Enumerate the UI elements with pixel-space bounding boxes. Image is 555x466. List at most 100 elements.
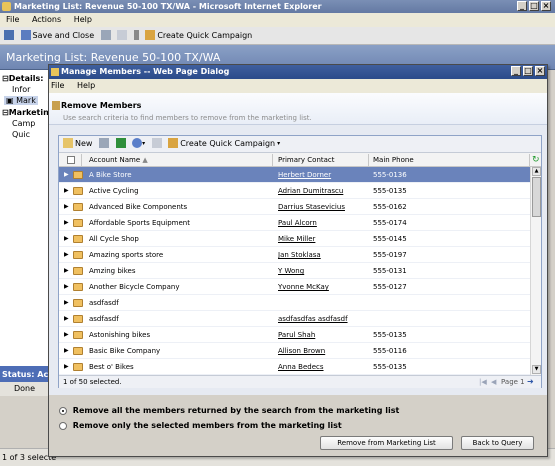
primary-contact-link[interactable]: Mike Miller	[278, 235, 366, 243]
copy-icon[interactable]	[117, 30, 128, 40]
create-quick-campaign-button[interactable]: Create Quick Campaign	[145, 30, 252, 40]
table-row[interactable]: ▶ A Bike Store Herbert Dorner 555-0136	[59, 167, 530, 183]
nav-details-header[interactable]: ⊟Details:	[2, 74, 43, 83]
grid-vertical-scrollbar[interactable]: ▲ ▼	[530, 167, 541, 375]
members-icon: ▣	[6, 96, 14, 105]
table-row[interactable]: ▶ Affordable Sports Equipment Paul Alcorn 5…	[59, 215, 530, 231]
table-row[interactable]: ▶ Amzing bikes Y Wong 555-0131	[59, 263, 530, 279]
account-name-cell: asdfasdf	[89, 299, 119, 307]
table-row[interactable]: ▶ Amazing sports store Jan Stoklasa 555-019…	[59, 247, 530, 263]
new-button[interactable]: New	[63, 138, 92, 148]
scroll-up-icon[interactable]: ▲	[532, 167, 541, 176]
print-icon[interactable]	[100, 30, 111, 40]
select-all-checkbox[interactable]	[67, 156, 75, 164]
primary-contact-link[interactable]: Y Wong	[278, 267, 366, 275]
status-bar-done: Done	[0, 382, 48, 396]
account-name-cell: Advanced Bike Components	[89, 203, 188, 211]
remove-selected-option[interactable]: Remove only the selected members from th…	[59, 421, 342, 430]
primary-contact-link[interactable]: Paul Alcorn	[278, 219, 366, 227]
dialog-menu-help[interactable]: Help	[77, 81, 95, 90]
dialog-minimize-icon[interactable]: _	[511, 66, 521, 76]
expand-row-icon[interactable]: ▶	[64, 171, 69, 178]
back-to-query-button[interactable]: Back to Query	[461, 436, 534, 450]
primary-contact-link[interactable]: Anna Bedecs	[278, 363, 366, 371]
dialog-maximize-icon[interactable]: □	[523, 66, 533, 76]
grid-create-quick-campaign-button[interactable]: Create Quick Campaign ▾	[168, 138, 280, 148]
expand-row-icon[interactable]: ▶	[64, 251, 69, 258]
scroll-thumb[interactable]	[532, 177, 541, 217]
expand-row-icon[interactable]: ▶	[64, 347, 69, 354]
remove-all-option[interactable]: Remove all the members returned by the s…	[59, 406, 399, 415]
account-name-cell: Amzing bikes	[89, 267, 136, 275]
attach-icon[interactable]	[133, 30, 139, 40]
nav-item-information[interactable]: Infor	[12, 85, 30, 94]
account-icon	[73, 251, 83, 259]
dialog-body: New ▾ Create Quick Campaign ▾ Account Na…	[49, 125, 547, 395]
menu-file[interactable]: File	[6, 15, 19, 24]
nav-item-members[interactable]: ▣ Mark	[4, 96, 38, 105]
primary-contact-link[interactable]: Yvonne McKay	[278, 283, 366, 291]
create-quick-campaign-label: Create Quick Campaign	[157, 30, 253, 40]
table-row[interactable]: ▶ Best o' Bikes Anna Bedecs 555-0135	[59, 359, 530, 375]
table-row[interactable]: ▶ Advanced Bike Components Darrius Stasevi…	[59, 199, 530, 215]
next-page-icon[interactable]: ➜	[527, 377, 534, 386]
dialog-title-bar: Manage Members -- Web Page Dialog _ □ ×	[49, 65, 547, 79]
primary-contact-link[interactable]: Adrian Dumitrascu	[278, 187, 366, 195]
expand-row-icon[interactable]: ▶	[64, 203, 69, 210]
report-icon[interactable]	[151, 138, 162, 148]
primary-contact-link[interactable]: Allison Brown	[278, 347, 366, 355]
mail-merge-icon[interactable]: ▾	[132, 138, 145, 148]
dialog-close-icon[interactable]: ×	[535, 66, 545, 76]
table-row[interactable]: ▶ Another Bicycle Company Yvonne McKay 555-…	[59, 279, 530, 295]
expand-row-icon[interactable]: ▶	[64, 219, 69, 226]
remove-all-radio[interactable]	[59, 406, 67, 415]
maximize-icon[interactable]: □	[529, 1, 539, 11]
save-and-close-button[interactable]: Save and Close	[20, 30, 94, 40]
nav-item-quick-campaigns[interactable]: Quic	[12, 130, 30, 139]
expand-row-icon[interactable]: ▶	[64, 235, 69, 242]
remove-selected-radio[interactable]	[59, 421, 67, 430]
print-icon[interactable]	[99, 138, 109, 148]
expand-row-icon[interactable]: ▶	[64, 187, 69, 194]
excel-icon[interactable]	[115, 138, 126, 148]
expand-row-icon[interactable]: ▶	[64, 283, 69, 290]
close-icon[interactable]: ×	[541, 1, 551, 11]
primary-contact-link[interactable]: Parul Shah	[278, 331, 366, 339]
table-row[interactable]: ▶ asdfasdf	[59, 295, 530, 311]
column-header-primary-contact[interactable]: Primary Contact	[278, 156, 335, 164]
remove-from-marketing-list-button[interactable]: Remove from Marketing List	[320, 436, 453, 450]
expand-row-icon[interactable]: ▶	[64, 331, 69, 338]
column-header-account-name[interactable]: Account Name ▲	[89, 156, 148, 164]
minimize-icon[interactable]: _	[517, 1, 527, 11]
primary-contact-link[interactable]: Herbert Dorner	[278, 171, 366, 179]
table-row[interactable]: ▶ asdfasdf asdfasdfas asdfasdf	[59, 311, 530, 327]
column-header-main-phone[interactable]: Main Phone	[373, 156, 414, 164]
table-row[interactable]: ▶ Active Cycling Adrian Dumitrascu 555-0135	[59, 183, 530, 199]
primary-contact-link[interactable]: Jan Stoklasa	[278, 251, 366, 259]
nav-marketing-header[interactable]: ⊟Marketin	[2, 108, 49, 117]
first-page-icon[interactable]: |◀	[479, 378, 487, 386]
manage-members-dialog: Manage Members -- Web Page Dialog _ □ × …	[48, 64, 548, 457]
table-row[interactable]: ▶ All Cycle Shop Mike Miller 555-0145	[59, 231, 530, 247]
save-close-icon	[20, 30, 31, 40]
table-row[interactable]: ▶ Basic Bike Company Allison Brown 555-0116	[59, 343, 530, 359]
table-row[interactable]: ▶ Astonishing bikes Parul Shah 555-0135	[59, 327, 530, 343]
expand-row-icon[interactable]: ▶	[64, 315, 69, 322]
menu-actions[interactable]: Actions	[32, 15, 61, 24]
primary-contact-link[interactable]: Darrius Stasevicius	[278, 203, 366, 211]
grid-rows: ▶ A Bike Store Herbert Dorner 555-0136 ▶ Acti…	[59, 167, 530, 375]
expand-row-icon[interactable]: ▶	[64, 363, 69, 370]
expand-row-icon[interactable]: ▶	[64, 267, 69, 274]
account-name-cell: Active Cycling	[89, 187, 139, 195]
refresh-icon[interactable]: ↻	[532, 155, 540, 165]
main-window-title-bar: Marketing List: Revenue 50-100 TX/WA - M…	[0, 0, 555, 13]
menu-help[interactable]: Help	[74, 15, 92, 24]
expand-row-icon[interactable]: ▶	[64, 299, 69, 306]
dialog-description: Use search criteria to find members to r…	[63, 114, 312, 122]
save-icon[interactable]	[4, 30, 14, 40]
previous-page-icon[interactable]: ◀	[491, 378, 496, 386]
scroll-down-icon[interactable]: ▼	[532, 365, 541, 374]
nav-item-campaigns[interactable]: Camp	[12, 119, 35, 128]
primary-contact-link[interactable]: asdfasdfas asdfasdf	[278, 315, 366, 323]
dialog-menu-file[interactable]: File	[51, 81, 64, 90]
